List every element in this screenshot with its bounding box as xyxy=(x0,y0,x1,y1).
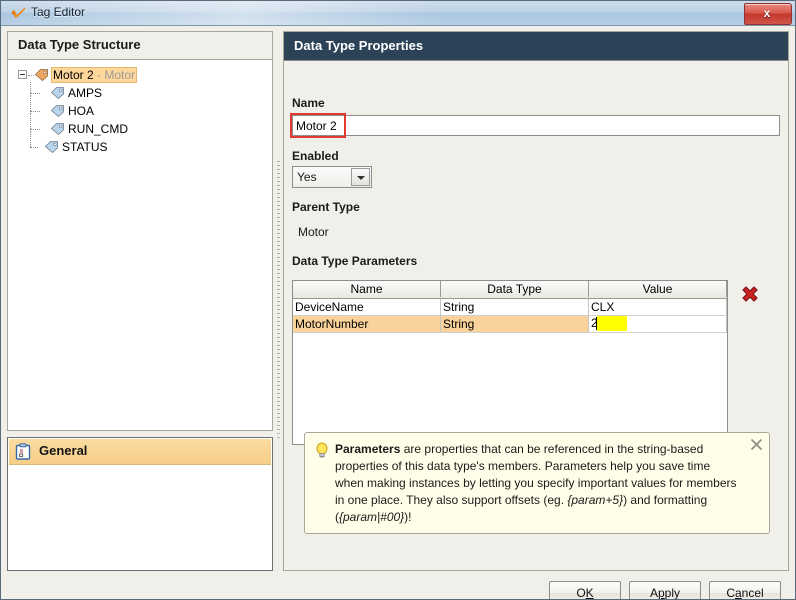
ok-label-mnemonic: K xyxy=(585,586,594,600)
pane-splitter[interactable] xyxy=(275,31,283,571)
column-header-name: Name xyxy=(293,281,441,297)
cell-data-type: String xyxy=(441,316,589,332)
enabled-selected-value: Yes xyxy=(297,170,317,184)
apply-button[interactable]: Apply xyxy=(629,581,701,600)
tree-item-hoa[interactable]: HOA xyxy=(8,95,272,120)
enabled-label: Enabled xyxy=(292,149,339,163)
splitter-grip xyxy=(277,161,280,441)
enabled-dropdown[interactable]: Yes xyxy=(292,166,372,188)
tree-expander-collapse-icon[interactable] xyxy=(18,70,27,79)
name-label: Name xyxy=(292,96,325,110)
cancel-label-mnemonic: a xyxy=(734,586,742,600)
ok-label-pre: O xyxy=(576,586,586,600)
title-bar[interactable]: Tag Editor x xyxy=(1,1,795,26)
info-box-title: Parameters xyxy=(335,442,401,456)
close-icon: x xyxy=(763,6,771,20)
info-box-text: Parameters are properties that can be re… xyxy=(335,441,739,526)
tree-connector xyxy=(28,75,34,77)
cell-value-editor[interactable]: 2 xyxy=(589,316,727,332)
tree-item-amps[interactable]: AMPS xyxy=(8,82,272,102)
parent-type-value: Motor xyxy=(298,225,329,239)
column-header-value: Value xyxy=(589,281,727,297)
column-header-data-type: Data Type xyxy=(441,281,589,297)
tree-connector xyxy=(30,113,32,129)
lightbulb-icon xyxy=(316,442,328,458)
tree-item-label: RUN_CMD xyxy=(68,122,128,136)
parent-type-label: Parent Type xyxy=(292,200,360,214)
tag-icon-orange xyxy=(35,69,48,81)
category-item-general[interactable]: General xyxy=(9,439,271,465)
red-x-delete-icon[interactable] xyxy=(739,284,761,306)
window-close-button[interactable]: x xyxy=(744,3,792,25)
apply-label-pre: A xyxy=(649,586,658,600)
chevron-down-icon[interactable] xyxy=(351,168,370,186)
info-box-code-2: {param|#00} xyxy=(339,510,405,524)
cancel-button[interactable]: Cancel xyxy=(709,581,781,600)
tree-item-label: HOA xyxy=(68,104,95,118)
tree-connector xyxy=(30,82,32,93)
ok-button[interactable]: OK xyxy=(549,581,621,600)
tag-icon-blue xyxy=(45,141,58,153)
tag-icon-blue xyxy=(51,105,64,117)
category-list: General xyxy=(7,437,273,571)
info-box-code-1: {param+5} xyxy=(567,493,624,507)
text-caret xyxy=(596,317,597,330)
tag-icon-blue xyxy=(51,123,64,135)
tree-connector xyxy=(30,147,38,149)
cell-name: MotorNumber xyxy=(293,316,441,332)
tree-item-root-label: Motor 2 - Motor xyxy=(50,67,138,83)
tree-root-subtype: - Motor xyxy=(93,68,136,82)
right-pane-header: Data Type Properties xyxy=(284,32,788,61)
edit-selection-highlight xyxy=(597,316,627,331)
data-type-structure-pane: Data Type Structure Motor 2 - Motor AMPS… xyxy=(7,31,273,571)
tree-connector xyxy=(30,95,32,111)
dialog-client-area: Data Type Structure Motor 2 - Motor AMPS… xyxy=(1,26,795,599)
left-pane-header: Data Type Structure xyxy=(7,31,273,59)
category-item-label: General xyxy=(39,443,88,458)
data-type-structure-tree[interactable]: Motor 2 - Motor AMPS HOA RUN_CMD STATUS xyxy=(7,59,273,431)
info-box-body-3: )! xyxy=(404,510,412,524)
data-type-properties-pane: Data Type Properties Name Enabled Yes Pa… xyxy=(283,31,789,571)
close-icon[interactable] xyxy=(750,438,763,451)
parameters-table[interactable]: Name Data Type Value DeviceName String C… xyxy=(292,280,728,445)
apply-label-post: ply xyxy=(664,586,681,600)
parameters-label: Data Type Parameters xyxy=(292,254,418,268)
cancel-label-post: ncel xyxy=(741,586,764,600)
cell-value: CLX xyxy=(589,299,727,315)
tree-root-name: Motor 2 xyxy=(53,68,94,82)
window-title: Tag Editor xyxy=(31,5,86,19)
tag-check-icon xyxy=(11,7,26,19)
cell-name: DeviceName xyxy=(293,299,441,315)
tree-item-root[interactable]: Motor 2 - Motor xyxy=(8,66,272,84)
tree-item-label: STATUS xyxy=(62,140,108,154)
tag-icon-blue xyxy=(51,87,64,99)
table-row[interactable]: DeviceName String CLX xyxy=(293,299,727,316)
tree-item-run-cmd[interactable]: RUN_CMD xyxy=(8,113,272,138)
left-pane-title: Data Type Structure xyxy=(18,37,141,52)
clipboard-icon xyxy=(15,443,31,460)
tree-item-status[interactable]: STATUS xyxy=(8,131,272,156)
tree-item-label: AMPS xyxy=(68,86,103,100)
apply-label-mnemonic: p xyxy=(657,586,665,600)
name-input[interactable] xyxy=(292,115,780,136)
parameters-info-box: Parameters are properties that can be re… xyxy=(304,432,770,534)
cell-data-type: String xyxy=(441,299,589,315)
cancel-label-pre: C xyxy=(726,586,735,600)
table-header-row: Name Data Type Value xyxy=(293,281,727,299)
table-row[interactable]: MotorNumber String 2 xyxy=(293,316,727,333)
tag-editor-window: Tag Editor x Data Type Structure Motor 2… xyxy=(0,0,796,600)
right-pane-title: Data Type Properties xyxy=(294,38,424,53)
tree-connector xyxy=(30,131,32,147)
